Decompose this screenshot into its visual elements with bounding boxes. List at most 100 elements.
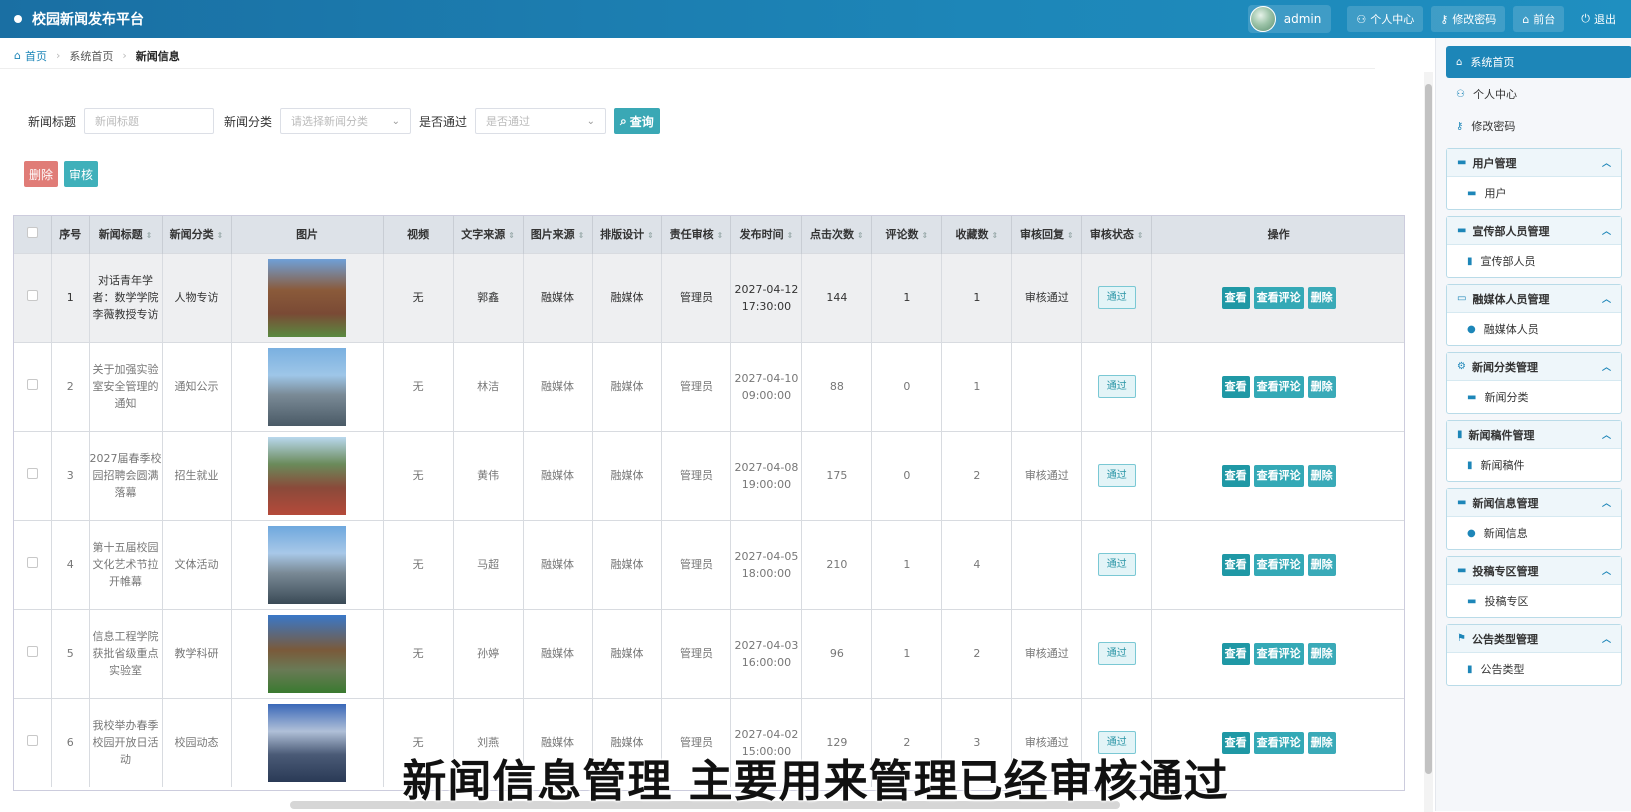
sort-icon[interactable]: ⇕ (787, 231, 794, 240)
header-comments[interactable]: 评论数 ⇕ (871, 216, 943, 253)
sort-icon[interactable]: ⇕ (1067, 231, 1074, 240)
top-button-profile[interactable]: ⚇ 个人中心 (1347, 6, 1424, 32)
avatar (1249, 6, 1276, 32)
sidebar-item-dashboard[interactable]: ⌂ 系统首页 (1446, 46, 1631, 78)
sort-icon[interactable]: ⇕ (217, 231, 224, 240)
breadcrumb-level2[interactable]: 系统首页 (69, 48, 113, 64)
sort-icon[interactable]: ⇕ (857, 231, 864, 240)
view-comments-button[interactable]: 查看评论 (1253, 375, 1304, 398)
row-checkbox[interactable] (14, 430, 53, 520)
sidebar-item-news-category[interactable]: ▬ 新闻分类 (1447, 381, 1621, 413)
news-thumbnail[interactable] (268, 525, 347, 604)
scrollbar-thumb[interactable] (1425, 84, 1432, 774)
gear-icon: ⚙ (1457, 361, 1466, 372)
view-comments-button[interactable]: 查看评论 (1253, 464, 1304, 487)
view-button[interactable]: 查看 (1221, 553, 1250, 576)
sidebar-item-label: 修改密码 (1471, 120, 1516, 133)
sort-icon[interactable]: ⇕ (1137, 231, 1144, 240)
header-favorites[interactable]: 收藏数 ⇕ (941, 216, 1013, 253)
cell-image (231, 608, 384, 698)
cell-layout: 融媒体 (592, 252, 663, 342)
cell-operations: 查看 查看评论 删除 (1151, 608, 1404, 698)
delete-button[interactable]: 删除 (1307, 553, 1336, 576)
view-comments-button[interactable]: 查看评论 (1253, 553, 1304, 576)
header-text-source[interactable]: 文字来源 ⇕ (453, 216, 524, 253)
sidebar-group-header[interactable]: ▬ 投稿专区管理 ︿ (1447, 557, 1621, 585)
sort-icon[interactable]: ⇕ (717, 231, 724, 240)
header-layout[interactable]: 排版设计 ⇕ (592, 216, 663, 253)
sidebar-group-header[interactable]: ▭ 融媒体人员管理 ︿ (1447, 285, 1621, 313)
header-audit-status[interactable]: 审核状态 ⇕ (1081, 216, 1153, 253)
view-button[interactable]: 查看 (1221, 642, 1250, 665)
header-clicks[interactable]: 点击次数 ⇕ (801, 216, 873, 253)
view-button[interactable]: 查看 (1221, 464, 1250, 487)
news-thumbnail[interactable] (268, 258, 347, 337)
sidebar-group-header[interactable]: ▬ 用户管理 ︿ (1447, 149, 1621, 177)
sidebar-item-news-drafts[interactable]: ▮ 新闻稿件 (1447, 449, 1621, 481)
top-button-password[interactable]: ⚷ 修改密码 (1431, 6, 1506, 32)
delete-button[interactable]: 删除 (1307, 642, 1336, 665)
sidebar-item-submission[interactable]: ▬ 投稿专区 (1447, 585, 1621, 617)
header-category[interactable]: 新闻分类 ⇕ (162, 216, 232, 253)
search-approved-select[interactable]: 是否通过 ⌄ (475, 108, 607, 134)
news-thumbnail[interactable] (268, 614, 347, 693)
view-button[interactable]: 查看 (1221, 375, 1250, 398)
header-image-source[interactable]: 图片来源 ⇕ (523, 216, 593, 253)
sidebar-group-header[interactable]: ⚑ 公告类型管理 ︿ (1447, 625, 1621, 653)
sidebar-item-notice-type[interactable]: ▮ 公告类型 (1447, 653, 1621, 685)
row-checkbox[interactable] (14, 341, 53, 431)
view-comments-button[interactable]: 查看评论 (1253, 731, 1304, 754)
header-audit-reply[interactable]: 审核回复 ⇕ (1011, 216, 1083, 253)
delete-button[interactable]: 删除 (1307, 731, 1336, 754)
sidebar-group-header[interactable]: ▬ 宣传部人员管理 ︿ (1447, 217, 1621, 245)
query-button[interactable]: ⌕ 查询 (614, 108, 660, 134)
sort-icon[interactable]: ⇕ (647, 231, 654, 240)
view-button[interactable]: 查看 (1221, 731, 1250, 754)
sidebar-group-header[interactable]: ▬ 新闻信息管理 ︿ (1447, 489, 1621, 517)
select-all-checkbox[interactable] (14, 216, 53, 253)
row-checkbox[interactable] (14, 252, 53, 342)
cell-comments: 1 (871, 252, 943, 342)
header-reviewer[interactable]: 责任审核 ⇕ (661, 216, 732, 253)
batch-audit-button[interactable]: 审核 (64, 161, 99, 187)
delete-button[interactable]: 删除 (1307, 464, 1336, 487)
sidebar-group-header[interactable]: ▮ 新闻稿件管理 ︿ (1447, 421, 1621, 449)
sidebar-item-profile[interactable]: ⚇ 个人中心 (1446, 78, 1631, 110)
delete-button[interactable]: 删除 (1307, 375, 1336, 398)
sort-icon[interactable]: ⇕ (578, 231, 585, 240)
breadcrumb-home[interactable]: ⌂ 首页 (14, 48, 47, 64)
cell-no: 4 (51, 519, 90, 609)
sidebar-item-publicity-staff[interactable]: ▮ 宣传部人员 (1447, 245, 1621, 277)
user-menu[interactable]: admin (1247, 5, 1332, 33)
view-comments-button[interactable]: 查看评论 (1253, 286, 1304, 309)
cell-no: 1 (51, 252, 90, 342)
header-publish-time[interactable]: 发布时间 ⇕ (730, 216, 803, 253)
batch-delete-button[interactable]: 删除 (24, 161, 59, 187)
search-category-select[interactable]: 请选择新闻分类 ⌄ (280, 108, 412, 134)
news-thumbnail[interactable] (268, 436, 347, 515)
view-button[interactable]: 查看 (1221, 286, 1250, 309)
sort-icon[interactable]: ⇕ (508, 231, 515, 240)
sidebar-item-password[interactable]: ⚷ 修改密码 (1446, 110, 1631, 142)
row-checkbox[interactable] (14, 608, 53, 698)
delete-button[interactable]: 删除 (1307, 286, 1336, 309)
news-thumbnail[interactable] (268, 347, 347, 426)
top-button-logout[interactable]: ⏻ 退出 (1572, 6, 1625, 32)
sort-icon[interactable]: ⇕ (146, 231, 153, 240)
sidebar-item-media-staff[interactable]: ● 融媒体人员 (1447, 313, 1621, 345)
top-button-frontend[interactable]: ⌂ 前台 (1513, 6, 1565, 32)
search-title-label: 新闻标题 (28, 114, 77, 129)
sort-icon[interactable]: ⇕ (922, 231, 929, 240)
sidebar-group-header[interactable]: ⚙ 新闻分类管理 ︿ (1447, 353, 1621, 381)
vertical-scrollbar[interactable] (1424, 72, 1433, 812)
sidebar-item-users[interactable]: ▬ 用户 (1447, 177, 1621, 209)
sidebar-group-media: ▭ 融媒体人员管理 ︿ ● 融媒体人员 (1446, 284, 1622, 346)
view-comments-button[interactable]: 查看评论 (1253, 642, 1304, 665)
sort-icon[interactable]: ⇕ (991, 231, 998, 240)
sidebar-group-category: ⚙ 新闻分类管理 ︿ ▬ 新闻分类 (1446, 352, 1622, 414)
search-title-input[interactable]: 新闻标题 (84, 108, 215, 134)
row-checkbox[interactable] (14, 519, 53, 609)
sidebar-item-news-info[interactable]: ● 新闻信息 (1447, 517, 1621, 549)
header-title[interactable]: 新闻标题 ⇕ (89, 216, 163, 253)
chevron-down-icon: ⌄ (586, 115, 596, 127)
